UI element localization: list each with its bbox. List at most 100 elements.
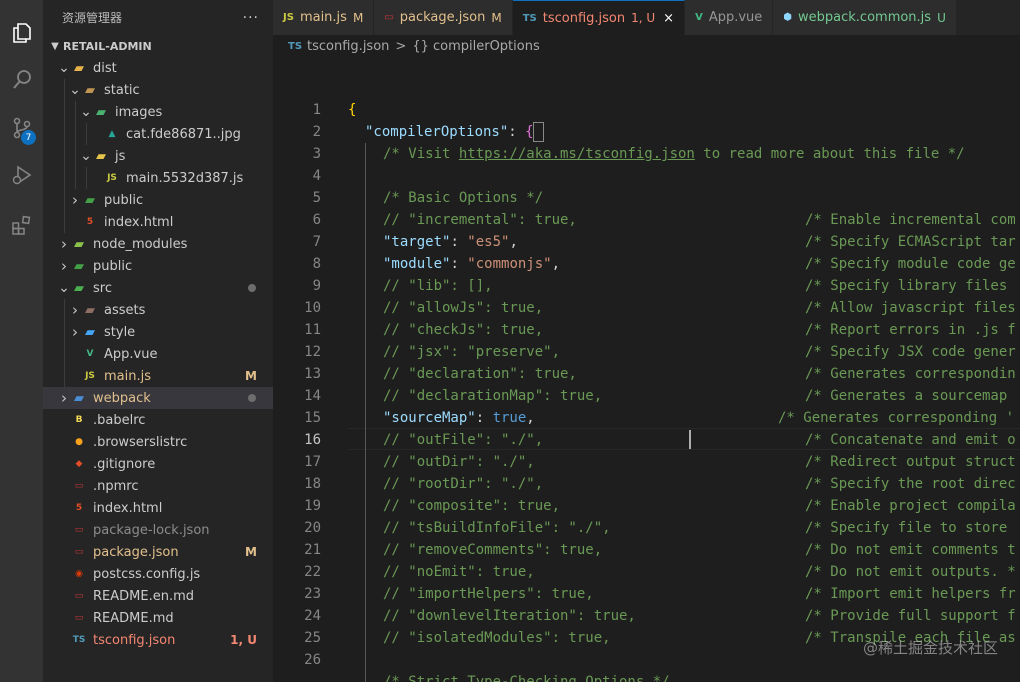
postcss-file-icon: ◉ (75, 569, 83, 579)
tree-file[interactable]: B .babelrc (43, 409, 273, 431)
tree-folder[interactable]: › ▰ webpack (43, 387, 273, 409)
tree-file[interactable]: ▭ README.md (43, 607, 273, 629)
indent-guide (86, 167, 87, 189)
webpack-folder-icon: ▰ (74, 390, 84, 406)
tree-file[interactable]: ▭ README.en.md (43, 585, 273, 607)
tree-file[interactable]: JS main.js M (43, 365, 273, 387)
tree-folder[interactable]: ⌄ ▰ js (43, 145, 273, 167)
html-file-icon: 5 (86, 217, 94, 227)
git-file-icon: ◆ (75, 459, 83, 469)
code-line: 13 // "declaration": true, /* Generates co… (273, 363, 1020, 385)
editor-area: JS main.js M ▭ package.json M TS tsconfig.json 1… (273, 0, 1020, 682)
tree-file[interactable]: ▭ package.json M (43, 541, 273, 563)
modified-dot-icon (248, 284, 256, 292)
breadcrumb-file[interactable]: tsconfig.json (307, 39, 389, 54)
tree-item-label: main.5532d387.js (126, 170, 244, 186)
tree-item-label: README.md (93, 610, 174, 626)
code-text: // "tsBuildInfoFile": "./", (383, 520, 611, 536)
node-folder-icon: ▰ (74, 236, 84, 252)
editor-tab[interactable]: ⬢ webpack.common.js U (773, 0, 957, 35)
code-text: // "removeComments": true, (383, 542, 603, 558)
tree-folder[interactable]: › ▰ public (43, 189, 273, 211)
code-line: 18 // "rootDir": "./", /* Specify the root… (273, 473, 1020, 495)
indent-guide (64, 167, 65, 189)
breadcrumb: TS tsconfig.json > {} compilerOptions (273, 35, 1020, 57)
browserslist-file-icon: ● (75, 437, 83, 447)
close-icon[interactable]: × (663, 11, 674, 26)
tree-folder[interactable]: › ▰ style (43, 321, 273, 343)
tree-item-label: postcss.config.js (93, 566, 201, 582)
chevron-right-icon: › (61, 235, 67, 253)
code-text: /* Basic Options */ (383, 190, 544, 206)
tree-file[interactable]: JS main.5532d387.js (43, 167, 273, 189)
tree-folder[interactable]: › ▰ node_modules (43, 233, 273, 255)
indent-guide (64, 79, 65, 101)
editor-tab[interactable]: V App.vue (685, 0, 774, 35)
trailing-comment: /* Specify library files (805, 278, 1008, 294)
tree-folder[interactable]: ⌄ ▰ src (43, 277, 273, 299)
tree-file[interactable]: V App.vue (43, 343, 273, 365)
code-editor[interactable]: 1{2 "compilerOptions": {3/* Visit https:/… (273, 99, 1020, 682)
code-line: /* Strict Type-Checking Options */ (273, 671, 1020, 682)
search-icon[interactable] (0, 60, 43, 100)
code-text: "compilerOptions": { (365, 124, 534, 140)
extensions-icon[interactable] (0, 205, 43, 245)
tab-label: main.js (299, 10, 347, 25)
file-tree: ⌄ ▰ dist ⌄ ▰ static ⌄ ▰ images ▲ cat.fde86871..jpg… (43, 57, 273, 651)
tab-label: package.json (399, 10, 486, 25)
markdown-file-icon: ▭ (74, 613, 84, 623)
line-number: 8 (312, 256, 321, 272)
tree-folder[interactable]: ⌄ ▰ static (43, 79, 273, 101)
tree-file[interactable]: ▲ cat.fde86871..jpg (43, 123, 273, 145)
editor-tab[interactable]: JS main.js M (273, 0, 375, 35)
html-file-icon: 5 (75, 503, 83, 513)
code-text: // "allowJs": true, (383, 300, 544, 316)
tree-folder[interactable]: ⌄ ▰ images (43, 101, 273, 123)
source-control-icon[interactable]: 7 (0, 108, 43, 148)
line-number: 17 (304, 454, 321, 470)
tree-file[interactable]: TS tsconfig.json 1, U (43, 629, 273, 651)
tree-file[interactable]: ● .browserslistrc (43, 431, 273, 453)
tree-file[interactable]: ◆ .gitignore (43, 453, 273, 475)
tree-folder[interactable]: ⌄ ▰ dist (43, 57, 273, 79)
code-text: /* Visit https://aka.ms/tsconfig.json to… (383, 146, 965, 162)
tree-item-label: main.js (104, 368, 151, 384)
tree-file[interactable]: 5 index.html (43, 211, 273, 233)
public-folder-icon: ▰ (85, 192, 95, 208)
breadcrumb-symbol[interactable]: {} compilerOptions (412, 39, 539, 54)
indent-guide (75, 101, 76, 123)
run-debug-icon[interactable] (0, 155, 43, 195)
workspace-name: RETAIL-ADMIN (63, 39, 152, 53)
explorer-icon[interactable] (0, 13, 43, 53)
line-number: 25 (304, 630, 321, 646)
activity-bar: 7 (0, 0, 43, 682)
tree-item-label: static (104, 82, 140, 98)
code-line: 16 // "outFile": "./", /* Concatenate and … (273, 429, 1020, 451)
workspace-section-header[interactable]: ▼ RETAIL-ADMIN (43, 35, 273, 57)
trailing-comment: /* Specify JSX code gener (805, 344, 1016, 360)
markdown-file-icon: ▭ (74, 591, 84, 601)
editor-tab[interactable]: TS tsconfig.json 1, U × (512, 0, 686, 35)
indent-guide (64, 365, 65, 387)
tree-item-label: package-lock.json (93, 522, 210, 538)
tree-item-label: assets (104, 302, 146, 318)
code-text: // "declarationMap": true, (383, 388, 603, 404)
vue-file-icon: V (695, 12, 703, 23)
editor-tab[interactable]: ▭ package.json M (374, 0, 513, 35)
code-line: 1{ (273, 99, 1020, 121)
line-number: 1 (312, 102, 321, 118)
more-actions-icon[interactable]: ··· (243, 10, 259, 26)
code-text: // "isolatedModules": true, (383, 630, 611, 646)
tree-folder[interactable]: › ▰ assets (43, 299, 273, 321)
line-number: 9 (312, 278, 321, 294)
tree-item-label: package.json (93, 544, 179, 560)
tree-file[interactable]: 5 index.html (43, 497, 273, 519)
npm-file-icon: ▭ (74, 547, 84, 557)
code-line: 14 // "declarationMap": true, /* Generates… (273, 385, 1020, 407)
code-text: /* Strict Type-Checking Options */ (383, 674, 670, 682)
tree-file[interactable]: ▭ .npmrc (43, 475, 273, 497)
tree-file[interactable]: ◉ postcss.config.js (43, 563, 273, 585)
trailing-comment: /* Specify file to store (805, 520, 1008, 536)
tree-folder[interactable]: › ▰ public (43, 255, 273, 277)
tree-file[interactable]: ▭ package-lock.json (43, 519, 273, 541)
